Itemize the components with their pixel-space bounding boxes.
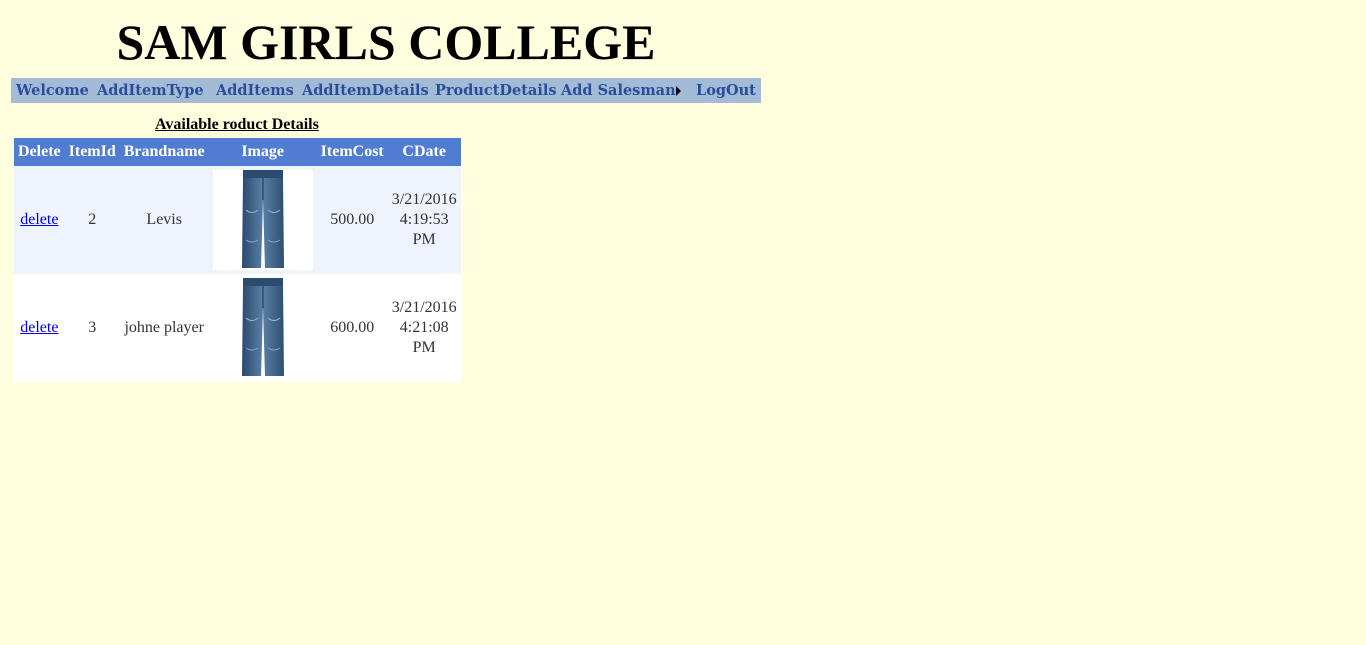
column-header-itemid: ItemId <box>64 138 120 166</box>
delete-cell: delete <box>14 274 65 382</box>
section-title: Available roduct Details <box>155 116 319 133</box>
cdate-cell: 3/21/2016 4:19:53 PM <box>387 166 461 274</box>
image-cell <box>208 166 317 274</box>
cdate-time: 4:21:08 <box>399 319 449 336</box>
column-header-itemcost: ItemCost <box>316 138 388 166</box>
menu-item-welcome[interactable]: Welcome <box>16 81 89 100</box>
delete-cell: delete <box>14 166 65 274</box>
cdate-cell: 3/21/2016 4:21:08 PM <box>387 274 461 382</box>
cdate-date: 3/21/2016 <box>391 299 457 316</box>
cdate-ampm: PM <box>412 231 436 248</box>
menu-item-additemdetails[interactable]: AddItemDetails <box>302 81 429 100</box>
itemid-cell: 2 <box>64 166 120 274</box>
column-header-image: Image <box>208 138 317 166</box>
product-details-table: Delete ItemId Brandname Image ItemCost C… <box>14 138 461 382</box>
itemid-cell: 3 <box>64 274 120 382</box>
delete-link[interactable]: delete <box>20 319 58 336</box>
delete-link[interactable]: delete <box>20 211 58 228</box>
column-header-delete: Delete <box>14 138 65 166</box>
table-row: delete 2 Levis 500.00 3/21/2016 4:19:53 … <box>14 166 461 274</box>
cdate-date: 3/21/2016 <box>391 191 457 208</box>
itemcost-cell: 600.00 <box>316 274 388 382</box>
jeans-image <box>212 278 313 378</box>
menu-item-additemtype[interactable]: AddItemType <box>97 81 204 100</box>
brandname-cell: johne player <box>119 274 209 382</box>
jeans-icon <box>241 170 284 268</box>
cdate-ampm: PM <box>412 339 436 356</box>
menu-item-productdetails[interactable]: ProductDetails <box>435 81 557 100</box>
column-header-brandname: Brandname <box>119 138 209 166</box>
table-row: delete 3 johne player 600.00 3/21/2016 4… <box>14 274 461 382</box>
image-cell <box>208 274 317 382</box>
brandname-cell: Levis <box>119 166 209 274</box>
jeans-icon <box>241 278 284 376</box>
page: SAM GIRLS COLLEGE Welcome AddItemType Ad… <box>0 0 1366 645</box>
table-header-row: Delete ItemId Brandname Image ItemCost C… <box>14 138 461 166</box>
itemcost-cell: 500.00 <box>316 166 388 274</box>
main-menu: Welcome AddItemType AddItems AddItemDeta… <box>11 78 761 103</box>
menu-item-additems[interactable]: AddItems <box>216 81 294 100</box>
jeans-image <box>212 170 313 270</box>
column-header-cdate: CDate <box>387 138 461 166</box>
menu-item-add-salesman[interactable]: Add Salesman <box>561 81 676 100</box>
menu-item-logout[interactable]: LogOut <box>696 81 756 100</box>
cdate-time: 4:19:53 <box>399 211 449 228</box>
site-title: SAM GIRLS COLLEGE <box>116 14 656 70</box>
submenu-arrow-icon[interactable] <box>676 86 681 96</box>
